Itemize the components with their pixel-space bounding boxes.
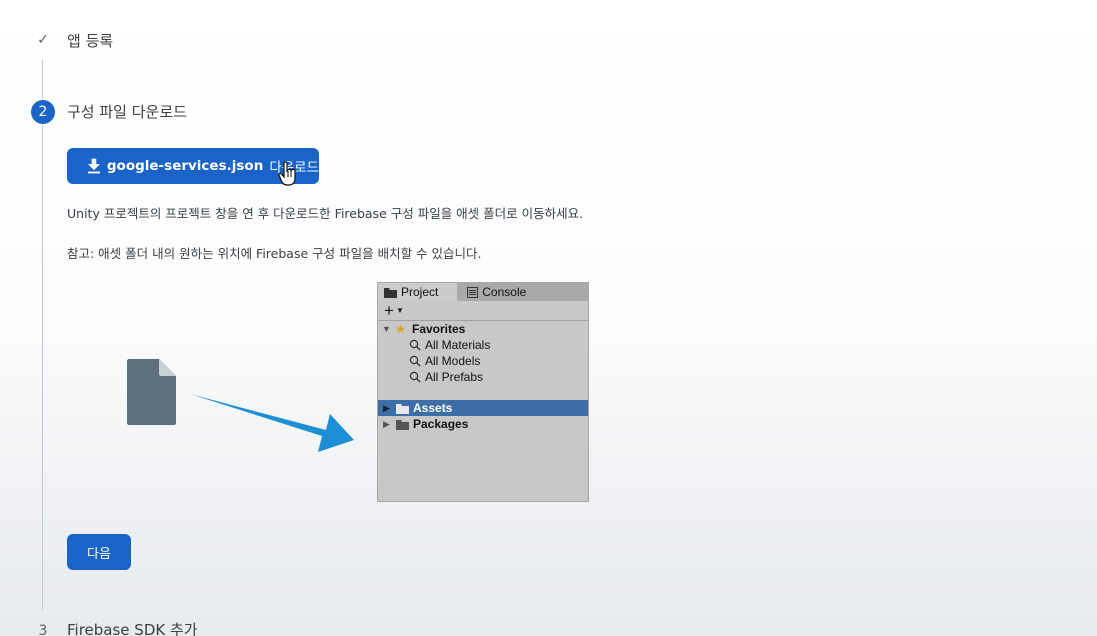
star-icon: ★ xyxy=(395,322,406,336)
tab-label: Project xyxy=(401,285,439,299)
chevron-down-icon[interactable]: ▼ xyxy=(396,306,404,315)
folder-icon xyxy=(396,403,409,414)
download-icon xyxy=(87,158,100,174)
check-icon: ✓ xyxy=(37,32,49,48)
download-filename: google-services.json xyxy=(106,158,264,174)
step-number: 3 xyxy=(38,623,48,636)
hand-cursor-icon xyxy=(278,161,296,186)
folder-label: Assets xyxy=(413,401,453,415)
file-icon xyxy=(127,359,176,425)
search-icon xyxy=(409,355,421,367)
packages-folder-row[interactable]: ▶ Packages xyxy=(378,416,588,432)
step-title[interactable]: 앱 등록 xyxy=(67,30,113,51)
favorite-item-label: All Models xyxy=(425,354,481,368)
triangle-right-icon[interactable]: ▶ xyxy=(383,403,390,414)
add-button[interactable]: + xyxy=(384,302,394,319)
arrow-icon xyxy=(190,394,354,452)
favorite-item-label: All Materials xyxy=(425,338,491,352)
favorites-row[interactable]: ▼ ★ Favorites xyxy=(378,321,588,337)
note-text: 참고: 애셋 폴더 내의 원하는 위치에 Firebase 구성 파일을 배치할… xyxy=(67,246,482,261)
tab-label: Console xyxy=(482,285,527,299)
stepper-line xyxy=(42,60,43,610)
favorite-item-label: All Prefabs xyxy=(425,370,484,384)
search-icon xyxy=(409,339,421,351)
tab-console[interactable]: Console xyxy=(457,283,588,301)
triangle-down-icon[interactable]: ▼ xyxy=(382,324,391,334)
step-title[interactable]: 구성 파일 다운로드 xyxy=(67,101,187,122)
search-icon xyxy=(409,371,421,383)
unity-project-window: Project Console + ▼ ▼ ★ Favorites All Ma… xyxy=(377,282,589,502)
assets-folder-row[interactable]: ▶ Assets xyxy=(378,400,588,416)
triangle-right-icon[interactable]: ▶ xyxy=(383,419,390,430)
favorite-item[interactable]: All Prefabs xyxy=(378,369,588,385)
folder-icon xyxy=(396,419,409,430)
favorites-label: Favorites xyxy=(412,322,466,336)
favorite-item[interactable]: All Materials xyxy=(378,337,588,353)
step-number-badge: 2 xyxy=(31,100,55,124)
step-title[interactable]: Firebase SDK 추가 xyxy=(67,619,198,636)
folder-icon xyxy=(384,287,397,298)
unity-toolbar: + ▼ xyxy=(378,301,588,321)
console-icon xyxy=(467,286,479,298)
folder-label: Packages xyxy=(413,417,469,431)
tab-project[interactable]: Project xyxy=(378,283,458,301)
next-button[interactable]: 다음 xyxy=(67,534,131,570)
favorite-item[interactable]: All Models xyxy=(378,353,588,369)
instruction-text: Unity 프로젝트의 프로젝트 창을 연 후 다운로드한 Firebase 구… xyxy=(67,206,584,221)
unity-tab-bar: Project Console xyxy=(378,283,588,301)
